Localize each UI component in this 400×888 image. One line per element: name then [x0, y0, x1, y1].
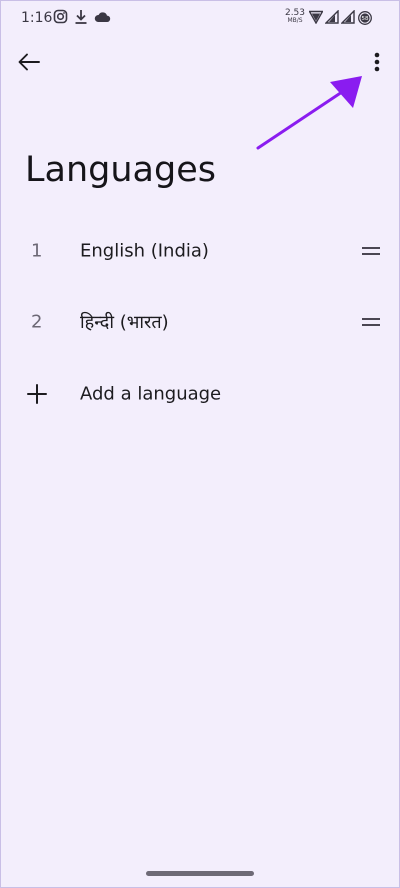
language-index: 2 — [31, 311, 43, 333]
list-item-language-1[interactable]: 1 English (India) — [0, 220, 400, 282]
battery-icon: 58 — [358, 10, 372, 29]
instagram-icon — [53, 9, 68, 28]
add-language-button[interactable]: Add a language — [0, 363, 400, 425]
net-speed-unit: MB/S — [287, 17, 303, 24]
drag-handle-icon[interactable] — [358, 241, 384, 261]
back-button[interactable] — [12, 48, 46, 80]
net-speed-indicator: 2.53 MB/S — [284, 9, 306, 25]
annotation-arrow-icon — [256, 76, 362, 150]
signal-icon — [324, 9, 339, 28]
more-vert-icon — [374, 52, 380, 76]
wifi-icon — [308, 9, 324, 28]
signal-icon — [340, 9, 355, 28]
list-item-language-2[interactable]: 2 हिन्दी (भारत) — [0, 291, 400, 353]
download-icon — [74, 9, 88, 29]
status-time: 1:16 — [21, 10, 53, 26]
cloud-icon — [94, 9, 111, 28]
net-speed-value: 2.53 — [284, 8, 306, 18]
gesture-navigation-bar[interactable] — [146, 871, 254, 876]
language-name: English (India) — [80, 240, 209, 262]
drag-handle-icon[interactable] — [358, 312, 384, 332]
plus-icon — [26, 383, 48, 405]
arrow-left-icon — [18, 53, 40, 75]
language-name: हिन्दी (भारत) — [80, 312, 169, 333]
battery-level: 58 — [362, 16, 369, 22]
add-language-label: Add a language — [80, 383, 222, 405]
status-bar: 1:16 2.53 MB/S 58 — [0, 0, 400, 36]
page-title: Languages — [25, 150, 216, 190]
language-index: 1 — [31, 240, 43, 262]
